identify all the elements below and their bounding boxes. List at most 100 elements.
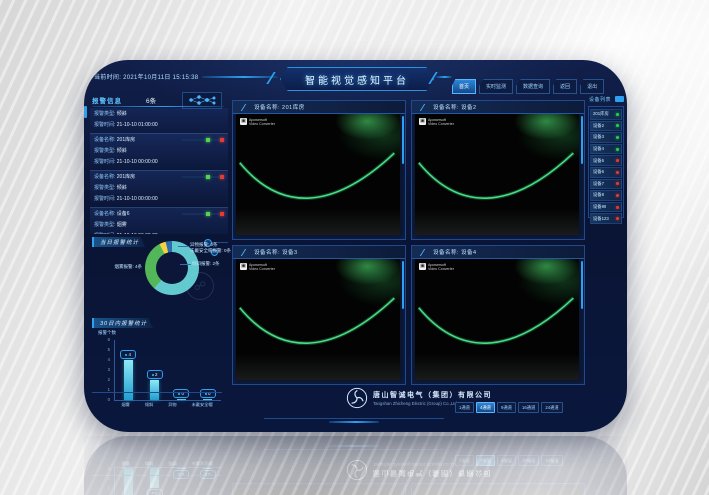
watermark-icon: ▣ bbox=[240, 118, 247, 125]
alarm-type: 报警类型: 倾斜 bbox=[94, 183, 224, 194]
watermark-icon: ▣ bbox=[419, 263, 426, 270]
bar-group: 0 bbox=[173, 340, 189, 400]
bottom-decoration-bracket bbox=[329, 421, 379, 423]
header-decoration-line-right bbox=[436, 76, 452, 78]
y-tick: 5 bbox=[100, 347, 110, 352]
device-list-tab[interactable] bbox=[615, 96, 624, 102]
red-marker-icon bbox=[220, 212, 224, 216]
nav-query-button[interactable]: 数据查询 bbox=[516, 79, 550, 94]
device-row[interactable]: 设备4 bbox=[590, 144, 622, 155]
watermark-icon: ▣ bbox=[240, 263, 247, 270]
video-panel-2[interactable]: 设备名称: 设备2 ▣ ApowersoftVideo Converter bbox=[411, 100, 585, 240]
donut-label-tilt: 倾斜报警: 2条 bbox=[192, 261, 220, 267]
video-floor bbox=[236, 344, 400, 380]
bar-group: 0 bbox=[200, 340, 216, 400]
slash-icon bbox=[241, 104, 252, 111]
device-row[interactable]: 设备123 bbox=[590, 213, 622, 224]
alarm-time: 报警时间: 21-10-10 01:00:00 bbox=[94, 120, 224, 131]
alarm-list: 设备名称: 201库房 报警类型: 倾斜 报警时间: 21-10-10 01:0… bbox=[90, 108, 228, 234]
status-dot bbox=[616, 206, 619, 209]
channel-24-button[interactable]: 24通道 bbox=[541, 402, 562, 413]
device-list: 201库房 设备2 设备3 设备4 设备5 设备6 设备7 设备8 设备99 设… bbox=[588, 106, 624, 218]
device-row[interactable]: 设备5 bbox=[590, 155, 622, 166]
donut-label-smoke: 烟雾报警: 4条 bbox=[86, 264, 142, 270]
bar-value-badge: 4 bbox=[120, 350, 136, 359]
header-decoration-line-left bbox=[202, 76, 278, 78]
video-panel-3[interactable]: 设备名称: 设备3 ▣ ApowersoftVideo Converter bbox=[232, 245, 406, 385]
device-row[interactable]: 设备2 bbox=[590, 121, 622, 132]
video-device-name: 设备名称: 设备3 bbox=[254, 248, 298, 256]
video-header: 设备名称: 设备2 bbox=[412, 101, 584, 114]
video-watermark: ▣ ApowersoftVideo Converter bbox=[419, 118, 454, 127]
alarm-card[interactable]: 设备名称: 201库房 报警类型: 倾斜 报警时间: 21-10-10 01:0… bbox=[90, 108, 228, 132]
nav-home-button[interactable]: 首页 bbox=[452, 79, 476, 94]
alarm-time: 报警时间: 21-10-10 00:00:00 bbox=[94, 157, 224, 168]
device-row[interactable]: 设备7 bbox=[590, 179, 622, 190]
device-row[interactable]: 201库房 bbox=[590, 109, 622, 120]
nav-back-button[interactable]: 返回 bbox=[553, 79, 577, 94]
video-watermark: ▣ ApowersoftVideo Converter bbox=[419, 263, 454, 272]
today-stats-title: 当日报警统计 bbox=[92, 237, 145, 247]
status-dot bbox=[616, 217, 619, 220]
panel-scrollbar bbox=[402, 261, 404, 309]
video-panel-4[interactable]: 设备名称: 设备4 ▣ ApowersoftVideo Converter bbox=[411, 245, 585, 385]
video-header: 设备名称: 设备4 bbox=[412, 246, 584, 259]
channel-9-button[interactable]: 9通道 bbox=[497, 402, 516, 413]
device-row[interactable]: 设备8 bbox=[590, 190, 622, 201]
monthly-stats-title: 30日内报警统计 bbox=[92, 318, 153, 328]
slash-icon bbox=[420, 104, 431, 111]
dashboard-panel: 当前时间: 2021年10月11日 15:15:38 智能视觉感知平台 首页 实… bbox=[84, 60, 627, 432]
video-device-name: 设备名称: 201库房 bbox=[254, 103, 305, 111]
device-row[interactable]: 设备99 bbox=[590, 202, 622, 213]
video-floor bbox=[236, 199, 400, 235]
status-dot bbox=[616, 148, 619, 151]
video-header: 设备名称: 设备3 bbox=[233, 246, 405, 259]
alarm-time: 报警时间: 21-10-10 00:00:00 bbox=[94, 194, 224, 205]
platform-title: 智能视觉感知平台 bbox=[305, 72, 409, 87]
panel-scrollbar bbox=[581, 116, 583, 164]
nav-label: 退出 bbox=[587, 83, 597, 90]
platform-title-frame: 智能视觉感知平台 bbox=[280, 67, 434, 91]
device-row[interactable]: 设备3 bbox=[590, 132, 622, 143]
bar-value-badge: 0 bbox=[173, 389, 189, 398]
footer-decoration-line bbox=[92, 392, 222, 393]
nav-label: 首页 bbox=[459, 83, 469, 90]
alarm-panel-title: 报警信息 bbox=[92, 95, 122, 105]
alarm-card[interactable]: 设备名称: 201库房 报警类型: 倾斜 报警时间: 21-10-10 00:0… bbox=[90, 170, 228, 206]
video-feed: ▣ ApowersoftVideo Converter bbox=[236, 114, 400, 235]
channel-4-button[interactable]: 4通道 bbox=[476, 402, 495, 413]
donut-leader-line bbox=[178, 246, 189, 247]
channel-16-button[interactable]: 16通道 bbox=[518, 402, 539, 413]
alarm-indicator bbox=[182, 213, 224, 215]
device-list-title: 设备列表 bbox=[589, 96, 611, 103]
video-feed: ▣ ApowersoftVideo Converter bbox=[415, 114, 579, 235]
video-grid: 设备名称: 201库房 ▣ ApowersoftVideo Converter … bbox=[232, 100, 585, 385]
nav-exit-button[interactable]: 退出 bbox=[580, 79, 604, 94]
channel-1-button[interactable]: 1通道 bbox=[455, 402, 474, 413]
alarm-indicator bbox=[182, 176, 224, 178]
watermark-icon: ▣ bbox=[419, 118, 426, 125]
y-tick: 3 bbox=[100, 367, 110, 372]
green-marker-icon bbox=[206, 138, 210, 142]
alarm-card[interactable]: 设备名称: 设备6 报警类型: 烟雾 报警时间: 21-10-10 00:00:… bbox=[90, 207, 228, 234]
bar-group: 4 bbox=[120, 340, 136, 400]
bottom-decoration-line bbox=[264, 418, 444, 419]
current-time: 当前时间: 2021年10月11日 15:15:38 bbox=[94, 72, 198, 81]
alarm-type: 报警类型: 烟雾 bbox=[94, 220, 224, 231]
video-floor bbox=[415, 199, 579, 235]
nav-realtime-button[interactable]: 实时监测 bbox=[479, 79, 513, 94]
bar-chart-ylabel: 报警个数 bbox=[98, 330, 116, 336]
alarm-count: 6条 bbox=[146, 95, 156, 105]
bar-value-badge: 0 bbox=[200, 389, 216, 398]
bar-column bbox=[124, 360, 133, 400]
alarm-card[interactable]: 设备名称: 201库房 报警类型: 倾斜 报警时间: 21-10-10 00:0… bbox=[90, 133, 228, 169]
device-row[interactable]: 设备6 bbox=[590, 167, 622, 178]
video-feed: ▣ ApowersoftVideo Converter bbox=[236, 259, 400, 380]
status-dot bbox=[616, 194, 619, 197]
video-watermark: ▣ ApowersoftVideo Converter bbox=[240, 263, 275, 272]
title-slash-right-icon bbox=[428, 72, 447, 84]
video-panel-1[interactable]: 设备名称: 201库房 ▣ ApowersoftVideo Converter bbox=[232, 100, 406, 240]
alarm-type: 报警类型: 倾斜 bbox=[94, 146, 224, 157]
video-feed: ▣ ApowersoftVideo Converter bbox=[415, 259, 579, 380]
video-header: 设备名称: 201库房 bbox=[233, 101, 405, 114]
